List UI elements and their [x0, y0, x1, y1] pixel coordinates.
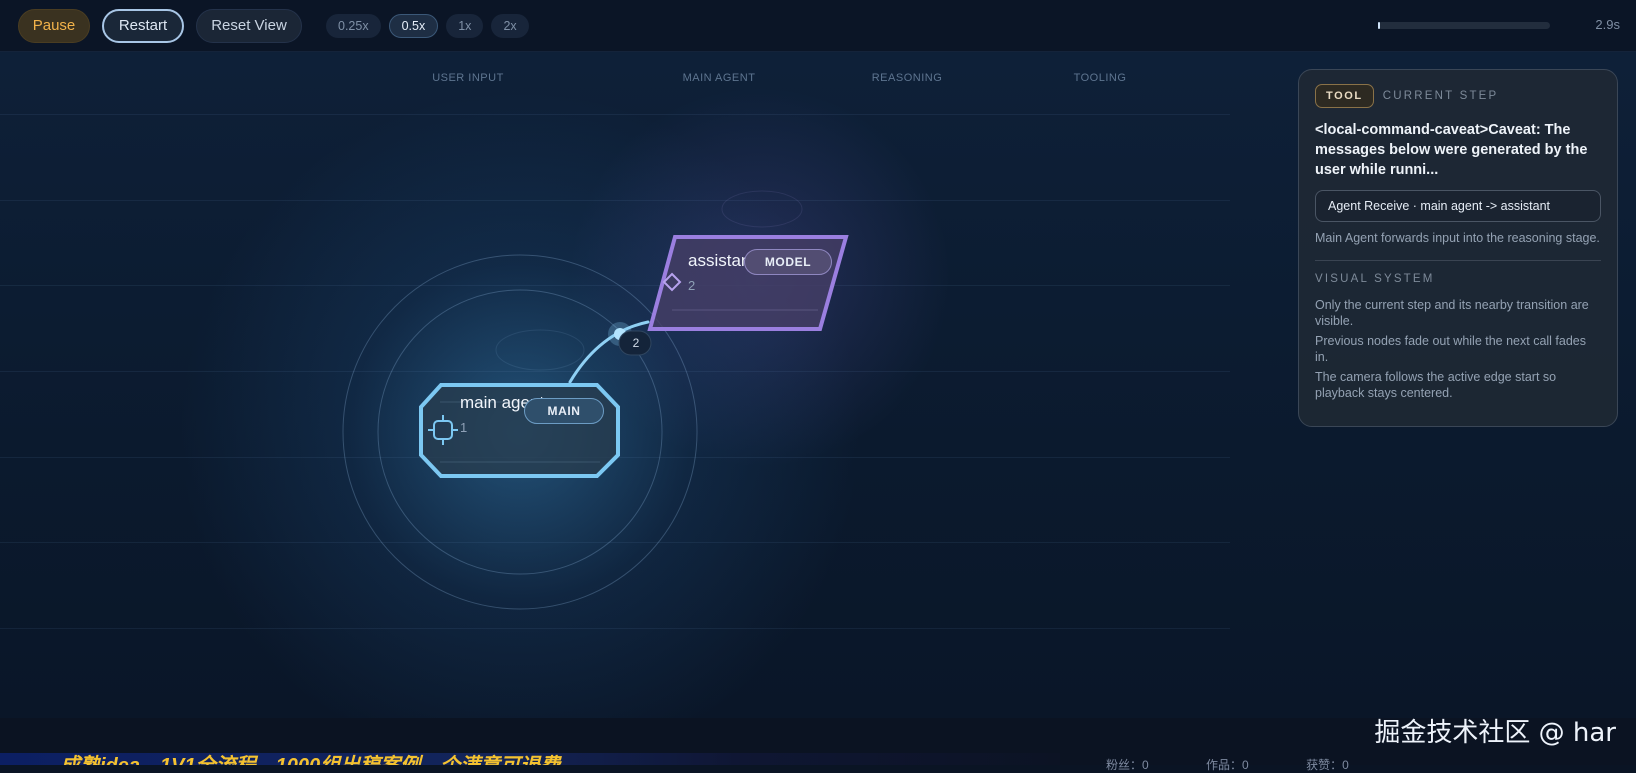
visual-system-note: Previous nodes fade out while the next c… — [1315, 334, 1587, 364]
speed-option-0.25x[interactable]: 0.25x — [326, 13, 381, 38]
step-type-badge: TOOL — [1315, 84, 1374, 108]
speed-option-2x[interactable]: 2x — [491, 13, 529, 38]
visual-system-note: Only the current step and its nearby tra… — [1315, 298, 1589, 328]
reset-view-button[interactable]: Reset View — [196, 8, 302, 43]
panel-kicker: CURRENT STEP — [1382, 90, 1499, 102]
playback-progress-bar[interactable] — [1378, 22, 1550, 29]
speed-option-1x[interactable]: 1x — [446, 13, 484, 38]
visual-system-title: VISUAL SYSTEM — [1315, 273, 1435, 285]
step-event-description: Main Agent forwards input into the reaso… — [1315, 231, 1600, 245]
edge-count-label: 2 — [632, 336, 640, 350]
playback-progress-fill — [1378, 22, 1380, 29]
halo-ellipse — [495, 329, 585, 371]
visual-system-note: The camera follows the active edge start… — [1315, 370, 1557, 400]
speed-option-0.5x[interactable]: 0.5x — [388, 13, 439, 38]
step-event: Agent Receive · main agent -> assistant — [1315, 190, 1601, 222]
page-footer: 成熟idea、1V1全流程、1000组出稿案例、个满意可退费 粉丝：0 作品：0… — [0, 718, 1636, 772]
restart-button[interactable]: Restart — [102, 8, 184, 43]
works-count: 作品：0 — [1206, 758, 1249, 772]
node-main-agent-tag: MAIN — [524, 398, 604, 424]
likes-count: 获赞：0 — [1306, 758, 1349, 772]
ad-banner[interactable]: 成熟idea、1V1全流程、1000组出稿案例、个满意可退费 — [0, 753, 1060, 765]
halo-ellipse — [721, 190, 803, 228]
step-title: <local-command-caveat>Caveat: The messag… — [1315, 122, 1588, 178]
followers-count: 粉丝：0 — [1106, 758, 1149, 772]
site-watermark: 掘金技术社区 @ har — [1374, 718, 1616, 748]
panel-divider — [1315, 260, 1601, 261]
node-main-agent-index: 1 — [460, 420, 468, 435]
node-assistant-index: 2 — [688, 278, 696, 293]
ad-banner-text: 成熟idea、1V1全流程、1000组出稿案例、个满意可退费 — [60, 753, 560, 765]
current-step-panel: TOOL CURRENT STEP <local-command-caveat>… — [1298, 69, 1618, 427]
node-assistant-tag: MODEL — [744, 249, 832, 275]
elapsed-time: 2.9s — [1595, 17, 1620, 32]
panel-header: TOOL CURRENT STEP — [1315, 84, 1601, 108]
speed-selector: 0.25x 0.5x 1x 2x — [326, 13, 537, 38]
pause-button[interactable]: Pause — [18, 8, 90, 43]
